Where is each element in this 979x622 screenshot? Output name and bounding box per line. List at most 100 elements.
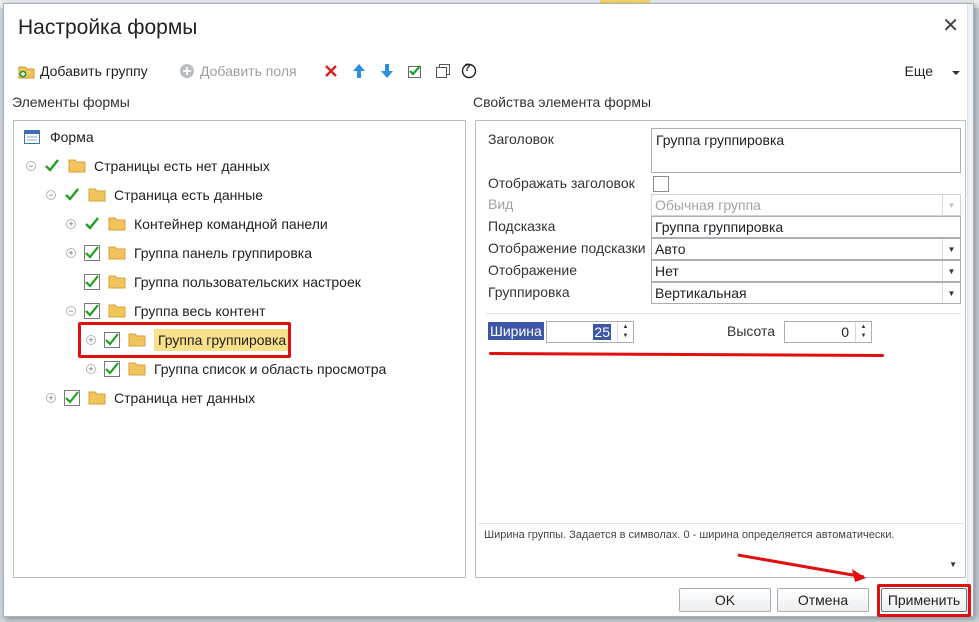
toolbar: Добавить группу Добавить поля ? Еще xyxy=(16,59,961,83)
display-label: Отображение xyxy=(488,262,578,278)
help-button[interactable]: ? xyxy=(460,59,478,83)
checkbox-checked[interactable] xyxy=(84,245,100,261)
tree-item-label: Страница нет данных xyxy=(114,390,256,406)
display-value: Нет xyxy=(655,263,679,279)
add-group-label: Добавить группу xyxy=(40,63,148,79)
collapse-icon[interactable]: − xyxy=(66,306,76,316)
tree-item[interactable]: Группа пользовательских настроек xyxy=(66,270,361,294)
view-label: Вид xyxy=(488,196,514,212)
green-check-icon[interactable] xyxy=(84,216,100,232)
dropdown-caret-icon: ▼ xyxy=(942,195,960,215)
folder-icon xyxy=(88,391,106,405)
delete-button[interactable] xyxy=(322,59,340,83)
add-group-button[interactable]: Добавить группу xyxy=(18,59,148,83)
tree-item[interactable]: − Страница есть данные xyxy=(46,183,263,207)
green-check-icon[interactable] xyxy=(44,158,60,174)
checkbox-checked[interactable] xyxy=(64,390,80,406)
form-elements-heading: Элементы формы xyxy=(12,94,130,110)
tree-item[interactable]: + Контейнер командной панели xyxy=(66,212,328,236)
expand-icon[interactable]: + xyxy=(66,219,76,229)
grouping-value: Вертикальная xyxy=(655,285,747,301)
folder-icon xyxy=(128,362,146,376)
close-icon[interactable]: ✕ xyxy=(942,16,959,36)
tree-item[interactable]: + Страница нет данных xyxy=(46,386,255,410)
delete-x-icon xyxy=(322,62,340,80)
form-icon xyxy=(24,130,40,144)
add-fields-label: Добавить поля xyxy=(200,63,297,79)
checkbox-checked[interactable] xyxy=(84,303,100,319)
display-select[interactable]: Нет ▼ xyxy=(651,260,961,282)
dropdown-caret-icon[interactable]: ▼ xyxy=(942,239,960,259)
dialog-scrollbar[interactable] xyxy=(967,4,973,616)
arrow-down-icon xyxy=(378,62,396,80)
show-header-checkbox[interactable] xyxy=(653,176,669,192)
element-properties-panel: Заголовок Группа группировка Отображать … xyxy=(475,120,966,578)
collapse-icon[interactable]: − xyxy=(26,161,36,171)
width-number-field[interactable]: 25 ▲ ▼ xyxy=(546,321,634,343)
folder-icon xyxy=(68,159,86,173)
view-select[interactable]: Обычная группа ▼ xyxy=(651,194,961,216)
property-hint: Ширина группы. Задается в символах. 0 - … xyxy=(478,523,963,575)
height-number-field[interactable]: 0 ▲ ▼ xyxy=(784,321,872,343)
folder-icon xyxy=(108,246,126,260)
check-all-button[interactable] xyxy=(406,59,424,83)
show-header-label: Отображать заголовок xyxy=(488,175,635,191)
ok-button[interactable]: OK xyxy=(679,588,771,612)
copy-button[interactable] xyxy=(434,59,452,83)
header-label: Заголовок xyxy=(488,131,554,147)
tree-root[interactable]: Форма xyxy=(24,125,94,149)
tooltip-value: Группа группировка xyxy=(655,219,784,235)
tree-item-label: Страница есть данные xyxy=(114,187,263,203)
view-value: Обычная группа xyxy=(655,197,761,213)
checkbox-checked-icon xyxy=(406,62,424,80)
tree-item[interactable]: − Страницы есть нет данных xyxy=(26,154,270,178)
checkbox-checked[interactable] xyxy=(84,274,100,290)
width-label: Ширина xyxy=(488,322,544,340)
height-label: Высота xyxy=(727,323,776,339)
expand-icon[interactable]: + xyxy=(66,248,76,258)
divider xyxy=(486,313,961,314)
green-check-icon[interactable] xyxy=(64,187,80,203)
tree-item-label: Группа панель группировка xyxy=(134,245,312,261)
move-down-button[interactable] xyxy=(378,59,396,83)
grouping-label: Группировка xyxy=(488,284,570,300)
add-fields-button[interactable]: Добавить поля xyxy=(178,59,297,83)
tree-item-label: Группа список и область просмотра xyxy=(154,361,387,377)
tree-item[interactable]: + Группа список и область просмотра xyxy=(86,357,386,381)
checkbox-checked[interactable] xyxy=(104,361,120,377)
height-value: 0 xyxy=(841,324,849,340)
tree-item-label: Группа пользовательских настроек xyxy=(134,274,361,290)
cancel-button[interactable]: Отмена xyxy=(777,588,869,612)
grouping-select[interactable]: Вертикальная ▼ xyxy=(651,282,961,304)
width-value: 25 xyxy=(593,324,611,340)
tree-item-label: Группа весь контент xyxy=(134,303,266,319)
more-menu-button[interactable]: Еще xyxy=(905,59,962,83)
dialog-title: Настройка формы xyxy=(18,16,198,39)
more-label: Еще xyxy=(904,63,934,79)
header-textarea[interactable]: Группа группировка xyxy=(651,128,961,173)
move-up-button[interactable] xyxy=(350,59,368,83)
help-glyph: ? xyxy=(464,62,471,74)
scroll-down-icon[interactable]: ▼ xyxy=(949,560,957,569)
tooltip-input[interactable]: Группа группировка xyxy=(651,216,961,238)
expand-icon[interactable]: + xyxy=(86,364,96,374)
tree-item[interactable]: − Группа весь контент xyxy=(66,299,266,323)
expand-icon[interactable]: + xyxy=(46,393,56,403)
tooltip-label: Подсказка xyxy=(488,218,556,234)
hint-text: Ширина группы. Задается в символах. 0 - … xyxy=(484,529,895,541)
arrow-up-icon xyxy=(350,62,368,80)
dropdown-caret-icon[interactable]: ▼ xyxy=(942,261,960,281)
annotation-arrow-icon xyxy=(737,553,866,582)
spin-buttons-icon[interactable]: ▲ ▼ xyxy=(617,322,633,342)
dropdown-caret-icon[interactable]: ▼ xyxy=(942,283,960,303)
tooltip-display-select[interactable]: Авто ▼ xyxy=(651,238,961,260)
folder-icon xyxy=(108,275,126,289)
spin-buttons-icon[interactable]: ▲ ▼ xyxy=(855,322,871,342)
collapse-icon[interactable]: − xyxy=(46,190,56,200)
element-properties-heading: Свойства элемента формы xyxy=(473,94,652,110)
tree-item[interactable]: + Группа панель группировка xyxy=(66,241,312,265)
tooltip-display-label: Отображение подсказки xyxy=(488,240,646,256)
copy-icon xyxy=(434,62,452,80)
form-settings-dialog: Настройка формы ✕ Добавить группу Добави… xyxy=(3,3,974,617)
